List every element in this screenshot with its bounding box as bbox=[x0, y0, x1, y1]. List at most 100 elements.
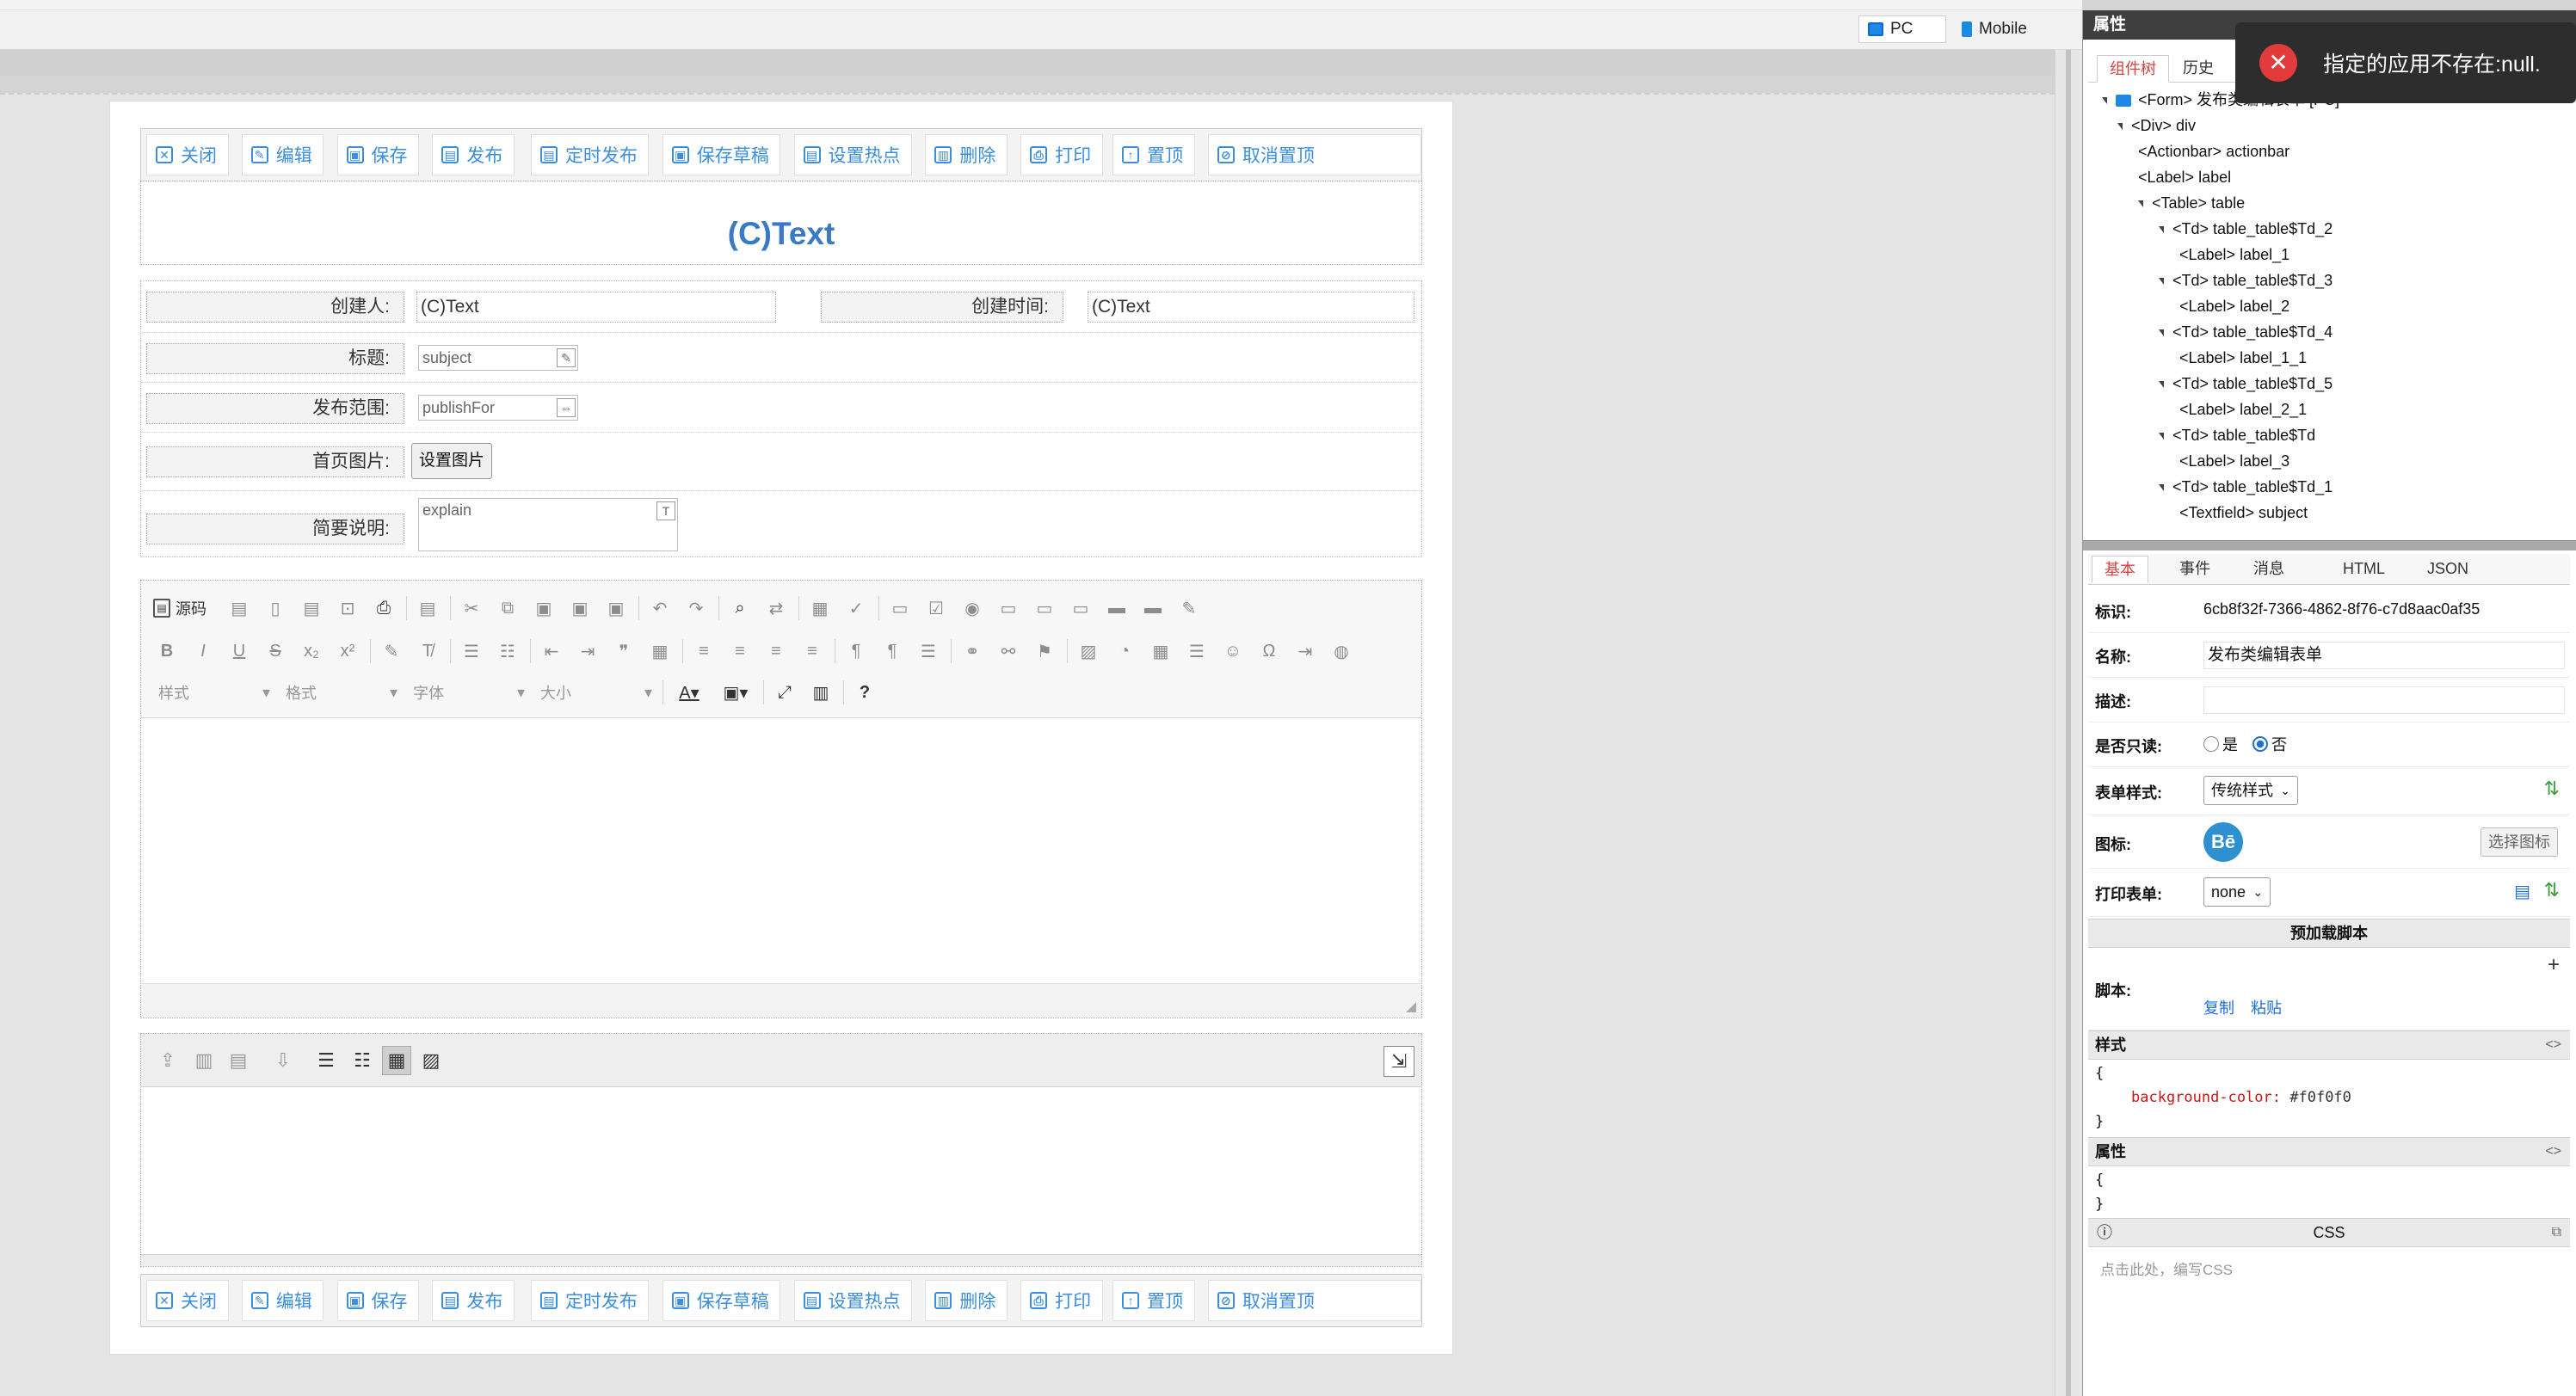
download-icon[interactable]: ⇩ bbox=[268, 1046, 298, 1075]
trash-icon[interactable]: ▥ bbox=[189, 1046, 219, 1075]
action-button[interactable]: ⊘ 取消置顶 bbox=[1207, 1280, 1422, 1321]
action-button[interactable]: ▣ 保存 bbox=[336, 134, 420, 175]
upload-icon[interactable]: ⇪ bbox=[153, 1046, 182, 1075]
outdent-icon[interactable]: ⇤ bbox=[538, 637, 565, 665]
format-combo[interactable]: 格式 ▾ bbox=[280, 680, 403, 704]
refresh-icon[interactable]: ⇅ bbox=[2544, 879, 2560, 901]
tree-node[interactable]: <Label> label_2 bbox=[2179, 294, 2289, 318]
tree-node[interactable]: <Label> label_3 bbox=[2179, 449, 2289, 473]
source-button[interactable]: ▤ 源码 bbox=[153, 597, 206, 619]
print-template-icon[interactable]: ▤ bbox=[2514, 881, 2530, 902]
action-button[interactable]: ▣ 保存草稿 bbox=[662, 134, 781, 175]
align-center-icon[interactable]: ≡ bbox=[726, 637, 754, 665]
tab-html[interactable]: HTML bbox=[2331, 556, 2397, 583]
radio-icon[interactable]: ◉ bbox=[958, 594, 986, 622]
indent-icon[interactable]: ⇥ bbox=[574, 637, 601, 665]
vertical-splitter[interactable] bbox=[2055, 50, 2082, 1396]
tree-node[interactable]: <Td> table_table$Td_1 bbox=[2159, 475, 2333, 499]
tab-basic[interactable]: 基本 bbox=[2092, 556, 2148, 583]
style-combo[interactable]: 样式 ▾ bbox=[153, 680, 275, 704]
help-icon[interactable]: ? bbox=[851, 679, 878, 706]
expand-triangle-icon[interactable] bbox=[2102, 97, 2107, 105]
replace-icon[interactable]: ⇄ bbox=[762, 594, 790, 622]
action-button[interactable]: ⊘ 取消置顶 bbox=[1207, 134, 1422, 175]
superscript-icon[interactable]: x² bbox=[334, 637, 361, 665]
action-button[interactable]: ▣ 保存草稿 bbox=[662, 1280, 781, 1321]
new-page-icon[interactable]: ▯ bbox=[262, 594, 289, 622]
tab-component-tree[interactable]: 组件树 bbox=[2097, 55, 2169, 83]
refresh-icon[interactable]: ⇅ bbox=[2544, 778, 2560, 800]
text-color-icon[interactable]: A▾ bbox=[670, 679, 708, 706]
bold-icon[interactable]: B bbox=[153, 637, 181, 665]
device-pc-button[interactable]: PC bbox=[1858, 15, 1946, 43]
grid-view-icon[interactable]: ▦ bbox=[382, 1046, 411, 1075]
templates-icon[interactable]: ▤ bbox=[414, 594, 441, 622]
readonly-yes-radio[interactable]: 是 bbox=[2203, 733, 2238, 755]
paste-word-icon[interactable]: ▣ bbox=[602, 594, 630, 622]
expand-triangle-icon[interactable] bbox=[2159, 484, 2164, 492]
action-button[interactable]: ⎙ 打印 bbox=[1020, 1280, 1103, 1321]
paste-link[interactable]: 粘贴 bbox=[2251, 999, 2282, 1017]
tab-events[interactable]: 事件 bbox=[2167, 556, 2222, 583]
action-button[interactable]: ▤ 定时发布 bbox=[530, 134, 650, 175]
desc-input[interactable] bbox=[2203, 686, 2565, 714]
spellcheck-icon[interactable]: ✓ bbox=[842, 594, 870, 622]
anchor-flag-icon[interactable]: ⚑ bbox=[1031, 637, 1058, 665]
strike-icon[interactable]: S bbox=[262, 637, 289, 665]
expand-triangle-icon[interactable] bbox=[2117, 123, 2123, 131]
clear-format-icon[interactable]: T̸ bbox=[414, 637, 441, 665]
copy-link[interactable]: 复制 bbox=[2203, 999, 2234, 1017]
expand-triangle-icon[interactable] bbox=[2159, 329, 2164, 337]
expand-triangle-icon[interactable] bbox=[2159, 381, 2164, 389]
device-mobile-button[interactable]: Mobile bbox=[1953, 15, 2048, 43]
horizontal-splitter[interactable] bbox=[2083, 540, 2576, 550]
action-button[interactable]: ▤ 定时发布 bbox=[530, 1280, 650, 1321]
collapse-icon[interactable]: ⇲ bbox=[1384, 1046, 1414, 1077]
resize-grip-icon[interactable] bbox=[1406, 1002, 1416, 1012]
explain-textarea[interactable]: explain T bbox=[418, 498, 678, 551]
size-combo[interactable]: 大小 ▾ bbox=[535, 680, 657, 704]
italic-icon[interactable]: I bbox=[189, 637, 217, 665]
print-form-select[interactable]: none ⌄ bbox=[2203, 877, 2271, 907]
tree-node[interactable]: <Td> table_table$Td_2 bbox=[2159, 217, 2333, 241]
form-icon[interactable]: ▭ bbox=[886, 594, 914, 622]
name-input[interactable]: 发布类编辑表单 bbox=[2203, 642, 2565, 669]
action-button[interactable]: ✎ 编辑 bbox=[241, 134, 324, 175]
align-left-icon[interactable]: ≡ bbox=[690, 637, 718, 665]
textarea-icon[interactable]: ▭ bbox=[1031, 594, 1058, 622]
expand-icon[interactable]: ⧉ bbox=[2552, 1219, 2561, 1246]
template-icon[interactable]: ▤ bbox=[298, 594, 325, 622]
expand-triangle-icon[interactable] bbox=[2159, 226, 2164, 234]
tree-node[interactable]: <Table> table bbox=[2138, 191, 2245, 215]
tree-node[interactable]: <Td> table_table$Td_5 bbox=[2159, 372, 2333, 396]
hidden-field-icon[interactable]: ✎ bbox=[1175, 594, 1203, 622]
save-icon[interactable]: ▤ bbox=[225, 594, 253, 622]
blockquote-icon[interactable]: ❞ bbox=[610, 637, 638, 665]
smiley-icon[interactable]: ☺ bbox=[1219, 637, 1247, 665]
choose-icon-button[interactable]: 选择图标 bbox=[2480, 827, 2558, 857]
iframe-icon[interactable]: ◍ bbox=[1328, 637, 1355, 665]
action-button[interactable]: ✕ 关闭 bbox=[146, 134, 229, 175]
tree-node[interactable]: <Actionbar> actionbar bbox=[2138, 139, 2289, 163]
readonly-no-radio[interactable]: 否 bbox=[2252, 733, 2287, 755]
expand-triangle-icon[interactable] bbox=[2138, 200, 2143, 208]
table-icon[interactable]: ▦ bbox=[1147, 637, 1174, 665]
action-button[interactable]: ▤ 发布 bbox=[432, 134, 515, 175]
image-view-icon[interactable]: ▨ bbox=[416, 1046, 446, 1075]
tree-node[interactable]: <Td> table_table$Td_4 bbox=[2159, 320, 2333, 344]
image-icon[interactable]: ▨ bbox=[1075, 637, 1102, 665]
special-char-icon[interactable]: Ω bbox=[1255, 637, 1283, 665]
tree-node[interactable]: <Label> label_1 bbox=[2179, 243, 2289, 267]
language-icon[interactable]: ☰ bbox=[915, 637, 942, 665]
replace-file-icon[interactable]: ▤ bbox=[224, 1046, 253, 1075]
textfield-icon[interactable]: ▭ bbox=[995, 594, 1022, 622]
code-toggle-icon[interactable]: <> bbox=[2545, 1031, 2561, 1059]
form-style-select[interactable]: 传统样式 ⌄ bbox=[2203, 776, 2298, 805]
link-icon[interactable]: ⚭ bbox=[958, 637, 986, 665]
print-icon[interactable]: ⎙ bbox=[370, 594, 397, 622]
style-declaration[interactable]: background-color: #f0f0f0 bbox=[2131, 1089, 2351, 1106]
publish-scope-input[interactable]: publishFor ⇔ bbox=[418, 395, 578, 421]
undo-icon[interactable]: ↶ bbox=[646, 594, 674, 622]
action-button[interactable]: ▣ 保存 bbox=[336, 1280, 420, 1321]
expand-triangle-icon[interactable] bbox=[2159, 278, 2164, 286]
